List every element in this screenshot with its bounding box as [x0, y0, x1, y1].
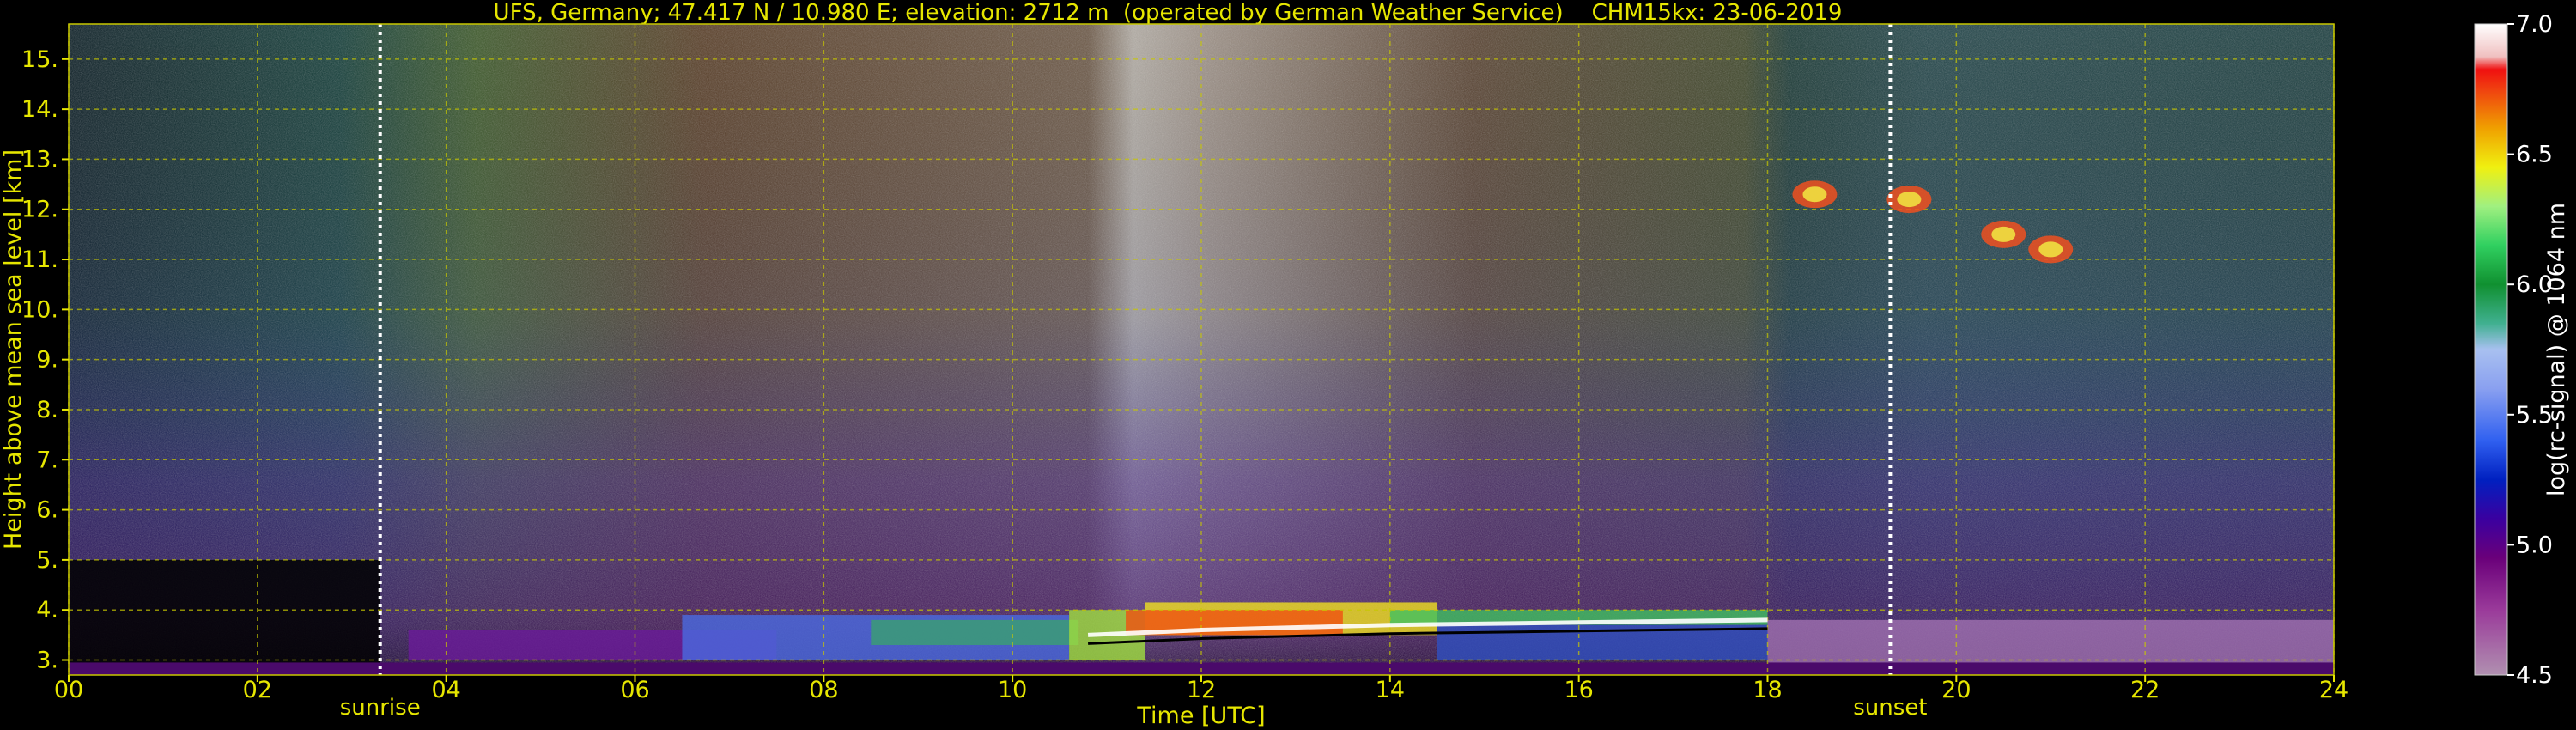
y-tick-label-7: 7.	[36, 447, 58, 473]
y-tick-label-12: 12.	[21, 197, 58, 223]
colorbar-tick-label-6.5: 6.5	[2516, 142, 2553, 168]
x-axis-label: Time [UTC]	[1136, 703, 1265, 729]
night-lower-region	[69, 559, 380, 675]
colorbar: 4.55.05.56.06.57.0log(rc-signal) @ 1064 …	[2474, 11, 2570, 689]
x-tick-label-14: 14	[1376, 677, 1405, 703]
colorbar-tick-label-7.0: 7.0	[2516, 11, 2553, 38]
aerosol-band-2	[871, 619, 1079, 646]
y-tick-label-10: 10.	[21, 296, 58, 323]
y-tick-label-15: 15.	[21, 46, 58, 73]
chart-svg: sunrise sunset 00 02 04 06 08 10 12 14 16 18 20 22 24…	[0, 11, 2570, 729]
y-tick-label-14: 14.	[21, 96, 58, 123]
x-tick-label-24: 24	[2319, 677, 2348, 703]
sunrise-label: sunrise	[340, 695, 421, 721]
y-tick-label-5: 5.	[36, 547, 58, 574]
y-tick-label-6: 6.	[36, 497, 58, 524]
x-tick-label-02: 02	[243, 677, 272, 703]
colorbar-tick-label-4.5: 4.5	[2516, 662, 2553, 689]
x-tick-label-08: 08	[809, 677, 838, 703]
aerosol-band-8	[1767, 619, 2334, 666]
cirrus-core-3	[2038, 241, 2063, 258]
y-tick-label-8: 8.	[36, 397, 58, 423]
x-tick-label-10: 10	[998, 677, 1027, 703]
x-tick-label-22: 22	[2130, 677, 2160, 703]
colorbar-gradient	[2474, 23, 2508, 676]
x-tick-label-06: 06	[620, 677, 649, 703]
y-tick-label-3: 3.	[36, 648, 58, 674]
x-tick-label-16: 16	[1564, 677, 1593, 703]
x-tick-label-18: 18	[1753, 677, 1782, 703]
y-tick-label-9: 9.	[36, 347, 58, 374]
y-tick-label-13: 13.	[21, 146, 58, 173]
ceilometer-chart: UFS, Germany; 47.417 N / 10.980 E; eleva…	[0, 0, 2576, 730]
y-tick-label-4: 4.	[36, 597, 58, 624]
cirrus-core-2	[1991, 226, 2016, 242]
y-axis-label: Height above mean sea level [km]	[0, 149, 27, 550]
cirrus-core-0	[1802, 186, 1827, 203]
x-tick-label-12: 12	[1187, 677, 1216, 703]
colorbar-tick-label-5.0: 5.0	[2516, 532, 2553, 558]
y-tick-label-11: 11.	[21, 246, 58, 273]
x-tick-label-20: 20	[1941, 677, 1971, 703]
colorbar-label: log(rc-signal) @ 1064 nm	[2543, 203, 2570, 496]
x-tick-label-00: 00	[54, 677, 83, 703]
cirrus-core-1	[1897, 192, 1922, 208]
x-tick-label-04: 04	[431, 677, 460, 703]
sunset-label: sunset	[1853, 695, 1927, 721]
